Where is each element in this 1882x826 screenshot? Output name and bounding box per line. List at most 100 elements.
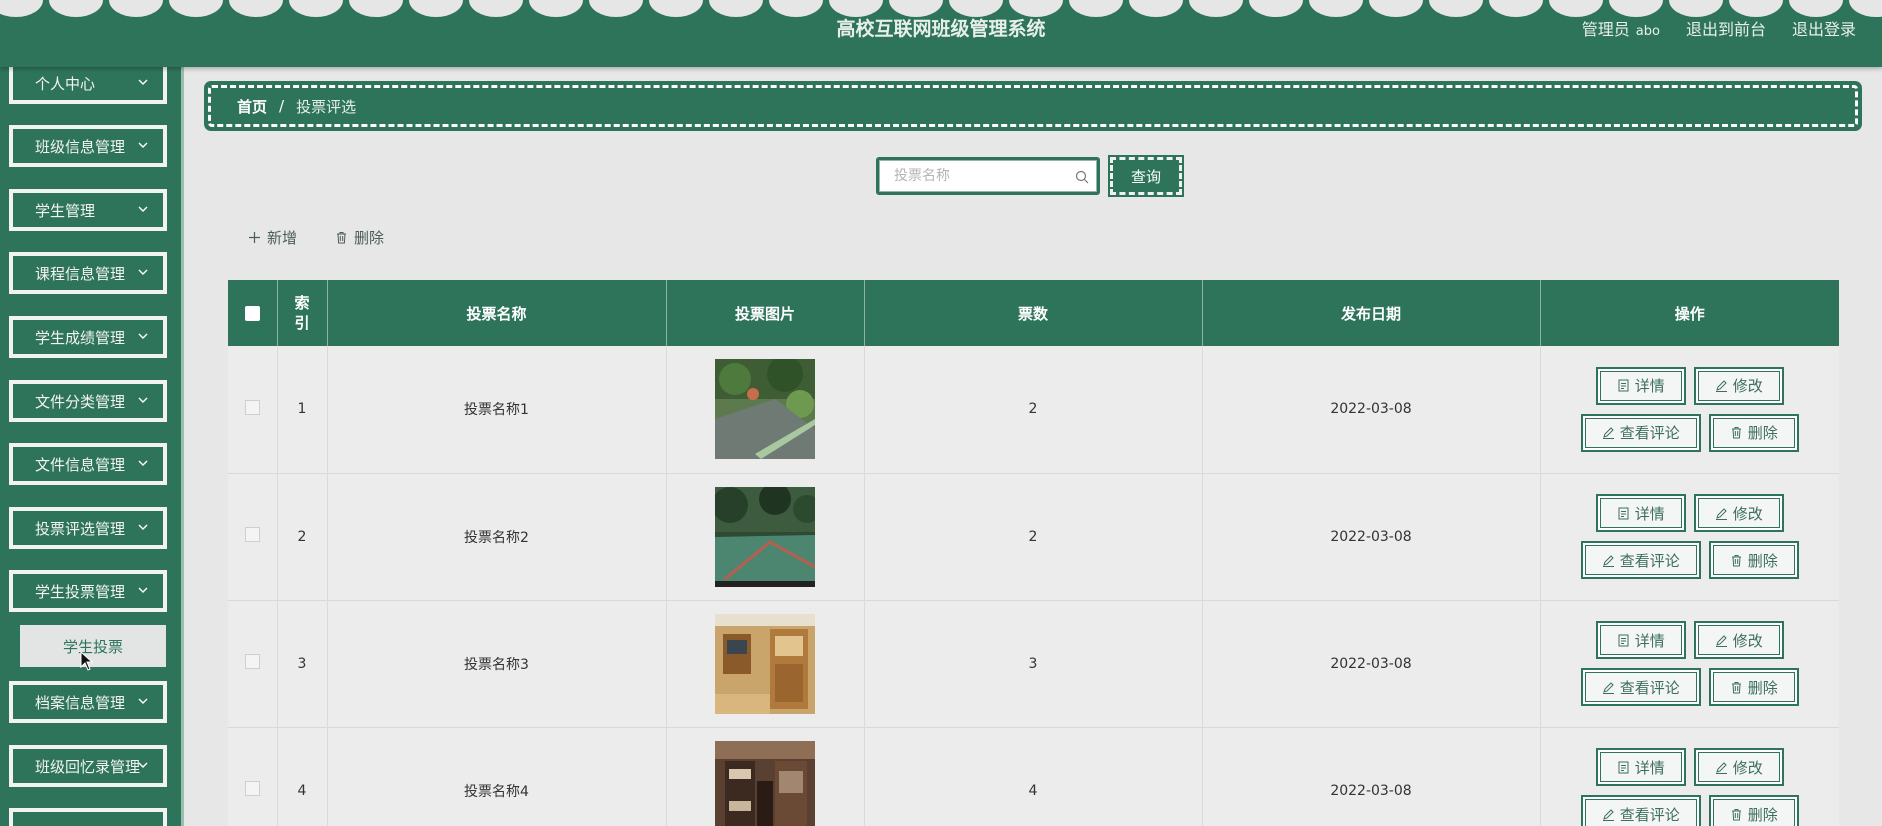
pencil-icon: [1715, 507, 1727, 520]
header-image: 投票图片: [666, 280, 865, 346]
detail-button[interactable]: 详情: [1595, 621, 1686, 659]
table-row: 4 投票名称4 4 2022-03-08 详情 修改 查看评论 删除: [228, 727, 1839, 826]
query-button[interactable]: 查询: [1108, 155, 1184, 197]
table-row: 1 投票名称1 2 2022-03-08 详情 修改 查看评论 删除: [228, 346, 1839, 473]
user-info: 管理员 abo: [1582, 16, 1660, 40]
row-select-cell: [228, 346, 278, 473]
view-comments-label: 查看评论: [1619, 424, 1680, 443]
edit-button[interactable]: 修改: [1693, 748, 1784, 786]
chevron-down-icon: [138, 333, 148, 339]
trash-icon: [337, 232, 347, 244]
sidebar-item-student-votes[interactable]: 学生投票管理: [9, 570, 167, 612]
sidebar-item-file-info[interactable]: 文件信息管理: [9, 443, 167, 485]
row-name: 投票名称2: [327, 473, 667, 600]
row-checkbox[interactable]: [244, 399, 260, 415]
chevron-down-icon: [138, 762, 148, 768]
row-index: 1: [277, 346, 328, 473]
view-comments-label: 查看评论: [1619, 805, 1680, 824]
view-comments-button[interactable]: 查看评论: [1580, 541, 1701, 579]
pencil-icon: [1715, 761, 1727, 774]
detail-button[interactable]: 详情: [1595, 366, 1686, 405]
view-comments-button[interactable]: 查看评论: [1580, 795, 1701, 826]
row-image-cell: [666, 727, 865, 826]
row-select-cell: [228, 600, 278, 727]
sidebar-item-archives[interactable]: 档案信息管理: [9, 681, 167, 723]
back-to-front-link[interactable]: 退出到前台: [1686, 16, 1766, 40]
sidebar-item-label: 学生投票管理: [35, 582, 126, 601]
vote-table: 索 引 投票名称 投票图片 票数 发布日期 操作 1 投票名称1 2 2022-…: [228, 280, 1839, 826]
view-comments-button[interactable]: 查看评论: [1580, 668, 1701, 706]
search-box: [876, 157, 1100, 195]
delete-label: 删除: [1747, 805, 1778, 824]
row-name: 投票名称3: [327, 600, 667, 727]
chevron-down-icon: [138, 524, 148, 530]
row-index: 3: [277, 600, 328, 727]
row-checkbox[interactable]: [244, 781, 260, 796]
delete-button[interactable]: 删除: [1708, 541, 1799, 579]
row-checkbox[interactable]: [244, 654, 260, 669]
delete-button[interactable]: 删除: [1708, 668, 1799, 706]
sidebar-item-class-memoirs[interactable]: 班级回忆录管理: [9, 745, 167, 787]
bunk-bed-room-photo[interactable]: [715, 740, 815, 826]
sidebar-item-label: 个人中心: [35, 74, 96, 93]
edit-button[interactable]: 修改: [1693, 621, 1784, 659]
sidebar-item-label: 学生管理: [35, 201, 96, 220]
row-votes: 2: [864, 473, 1203, 600]
edit-label: 修改: [1732, 377, 1763, 396]
sidebar-item-vote-selection[interactable]: 投票评选管理: [9, 507, 167, 549]
campus-garden-photo[interactable]: [715, 359, 815, 460]
select-all-checkbox[interactable]: [244, 306, 260, 321]
detail-button[interactable]: 详情: [1595, 494, 1686, 532]
add-button[interactable]: 新增: [248, 227, 297, 248]
sidebar-item-students[interactable]: 学生管理: [9, 189, 167, 231]
row-date: 2022-03-08: [1202, 600, 1541, 727]
trash-icon: [1731, 681, 1741, 693]
view-comments-button[interactable]: 查看评论: [1580, 413, 1701, 452]
sidebar-item-label: 班级信息管理: [35, 137, 126, 156]
row-checkbox[interactable]: [244, 527, 260, 542]
row-select-cell: [228, 727, 278, 826]
row-date: 2022-03-08: [1202, 346, 1541, 473]
header-ops: 操作: [1674, 304, 1705, 323]
basketball-court-photo[interactable]: [715, 486, 815, 587]
search-icon: [1075, 170, 1089, 184]
search-input[interactable]: [879, 160, 1097, 192]
chevron-down-icon: [138, 269, 148, 275]
detail-label: 详情: [1634, 377, 1665, 396]
view-comments-label: 查看评论: [1619, 678, 1680, 697]
delete-button[interactable]: 删除: [1708, 795, 1799, 826]
sidebar-item-label: 文件分类管理: [35, 392, 126, 411]
edit-label: 修改: [1732, 758, 1763, 777]
row-name: 投票名称1: [327, 346, 667, 473]
logout-link[interactable]: 退出登录: [1792, 16, 1856, 40]
sidebar-item-courses[interactable]: 课程信息管理: [9, 252, 167, 294]
breadcrumb-home[interactable]: 首页: [237, 96, 267, 117]
row-ops: 详情 修改 查看评论 删除: [1540, 346, 1839, 473]
row-image-cell: [666, 346, 865, 473]
batch-delete-button[interactable]: 删除: [335, 227, 384, 248]
sidebar-item-label: 文件信息管理: [35, 455, 126, 474]
dorm-room-photo[interactable]: [715, 613, 815, 714]
row-votes: 4: [864, 727, 1203, 826]
sidebar-item-class-info[interactable]: 班级信息管理: [9, 125, 167, 167]
sidebar-item-file-categories[interactable]: 文件分类管理: [9, 380, 167, 422]
edit-button[interactable]: 修改: [1693, 494, 1784, 532]
sidebar-item-grades[interactable]: 学生成绩管理: [9, 316, 167, 358]
sidebar-item-label: 班级回忆录管理: [35, 757, 141, 776]
edit-button[interactable]: 修改: [1693, 366, 1784, 405]
sidebar-item-more[interactable]: [9, 808, 167, 826]
delete-button[interactable]: 删除: [1708, 413, 1799, 452]
user-area: 管理员 abo 退出到前台 退出登录: [1582, 16, 1856, 40]
user-name: abo: [1635, 24, 1660, 39]
sidebar-item-personal-center[interactable]: 个人中心: [9, 67, 167, 104]
breadcrumb: 首页 / 投票评选: [204, 81, 1862, 131]
header-index: 索 引: [277, 280, 328, 346]
detail-label: 详情: [1634, 758, 1665, 777]
detail-button[interactable]: 详情: [1595, 748, 1686, 786]
pencil-icon: [1602, 808, 1614, 821]
row-image-cell: [666, 473, 865, 600]
document-icon: [1618, 507, 1629, 519]
view-comments-label: 查看评论: [1619, 551, 1680, 570]
pencil-icon: [1715, 380, 1727, 393]
document-icon: [1618, 634, 1629, 646]
